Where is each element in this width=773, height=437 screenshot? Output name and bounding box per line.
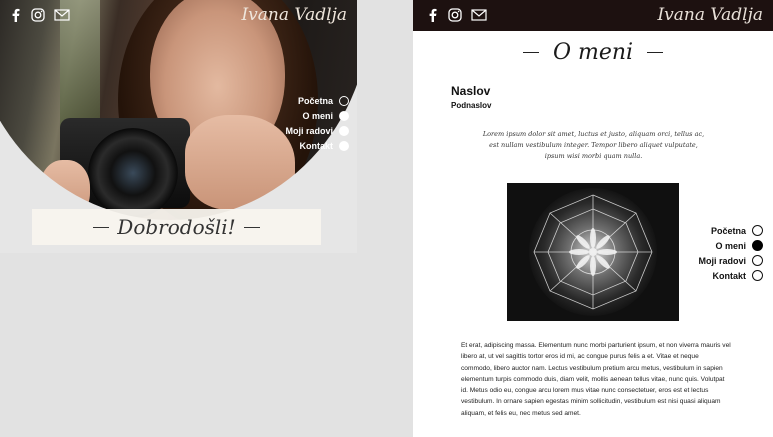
nav-item-o-meni[interactable]: O meni bbox=[715, 240, 763, 251]
welcome-banner: Dobrodošli! bbox=[32, 209, 321, 245]
landing-panel: Ivana Vadlja Početna O meni Moji radovi … bbox=[0, 0, 357, 253]
mail-icon[interactable] bbox=[54, 8, 70, 22]
nav-dot[interactable] bbox=[752, 225, 763, 236]
instagram-icon[interactable] bbox=[448, 8, 462, 22]
side-nav: Početna O meni Moji radovi Kontakt bbox=[285, 96, 349, 151]
nav-label: Kontakt bbox=[712, 270, 747, 281]
about-body-text: Et erat, adipiscing massa. Elementum nun… bbox=[461, 342, 731, 417]
divider bbox=[93, 226, 110, 228]
nav-dot-active[interactable] bbox=[339, 111, 349, 121]
mail-icon[interactable] bbox=[471, 8, 487, 22]
social-links bbox=[425, 8, 487, 22]
nav-label: O meni bbox=[715, 240, 746, 251]
instagram-icon[interactable] bbox=[31, 8, 45, 22]
about-panel: Ivana Vadlja O meni Naslov Podnaslov Lor… bbox=[413, 0, 773, 437]
nav-item-kontakt[interactable]: Kontakt bbox=[299, 141, 349, 151]
page-title: O meni bbox=[552, 40, 634, 65]
nav-item-kontakt[interactable]: Kontakt bbox=[712, 270, 763, 281]
facebook-icon[interactable] bbox=[425, 8, 439, 22]
nav-label: Početna bbox=[297, 96, 333, 106]
brand-logo[interactable]: Ivana Vadlja bbox=[241, 5, 347, 25]
nav-dot[interactable] bbox=[339, 126, 349, 136]
nav-item-pocetna[interactable]: Početna bbox=[298, 96, 349, 106]
content-heading: Naslov bbox=[451, 84, 491, 98]
divider bbox=[647, 52, 664, 53]
brand-logo[interactable]: Ivana Vadlja bbox=[657, 5, 763, 25]
facebook-icon[interactable] bbox=[8, 8, 22, 22]
nav-item-pocetna[interactable]: Početna bbox=[711, 225, 763, 236]
nav-item-o-meni[interactable]: O meni bbox=[302, 111, 349, 121]
nav-label: Moji radovi bbox=[698, 255, 746, 266]
side-nav: Početna O meni Moji radovi Kontakt bbox=[698, 225, 763, 281]
social-links bbox=[8, 8, 70, 22]
nav-dot[interactable] bbox=[339, 96, 349, 106]
nav-item-moji-radovi[interactable]: Moji radovi bbox=[285, 126, 349, 136]
intro-quote: Lorem ipsum dolor sit amet, luctus et ju… bbox=[482, 130, 705, 160]
nav-dot-active[interactable] bbox=[752, 240, 763, 251]
section-title: O meni bbox=[413, 40, 773, 65]
divider bbox=[522, 52, 539, 53]
content-subheading: Podnaslov bbox=[451, 101, 492, 110]
divider bbox=[243, 226, 260, 228]
nav-label: Kontakt bbox=[299, 141, 334, 151]
nav-item-moji-radovi[interactable]: Moji radovi bbox=[698, 255, 763, 266]
nav-label: Početna bbox=[710, 225, 746, 236]
nav-label: Moji radovi bbox=[285, 126, 333, 136]
top-header: Ivana Vadlja bbox=[413, 0, 773, 31]
nav-dot[interactable] bbox=[752, 255, 763, 266]
crystal-image bbox=[507, 183, 679, 321]
nav-dot[interactable] bbox=[752, 270, 763, 281]
welcome-heading: Dobrodošli! bbox=[117, 215, 236, 239]
nav-dot[interactable] bbox=[339, 141, 349, 151]
nav-label: O meni bbox=[302, 111, 333, 121]
